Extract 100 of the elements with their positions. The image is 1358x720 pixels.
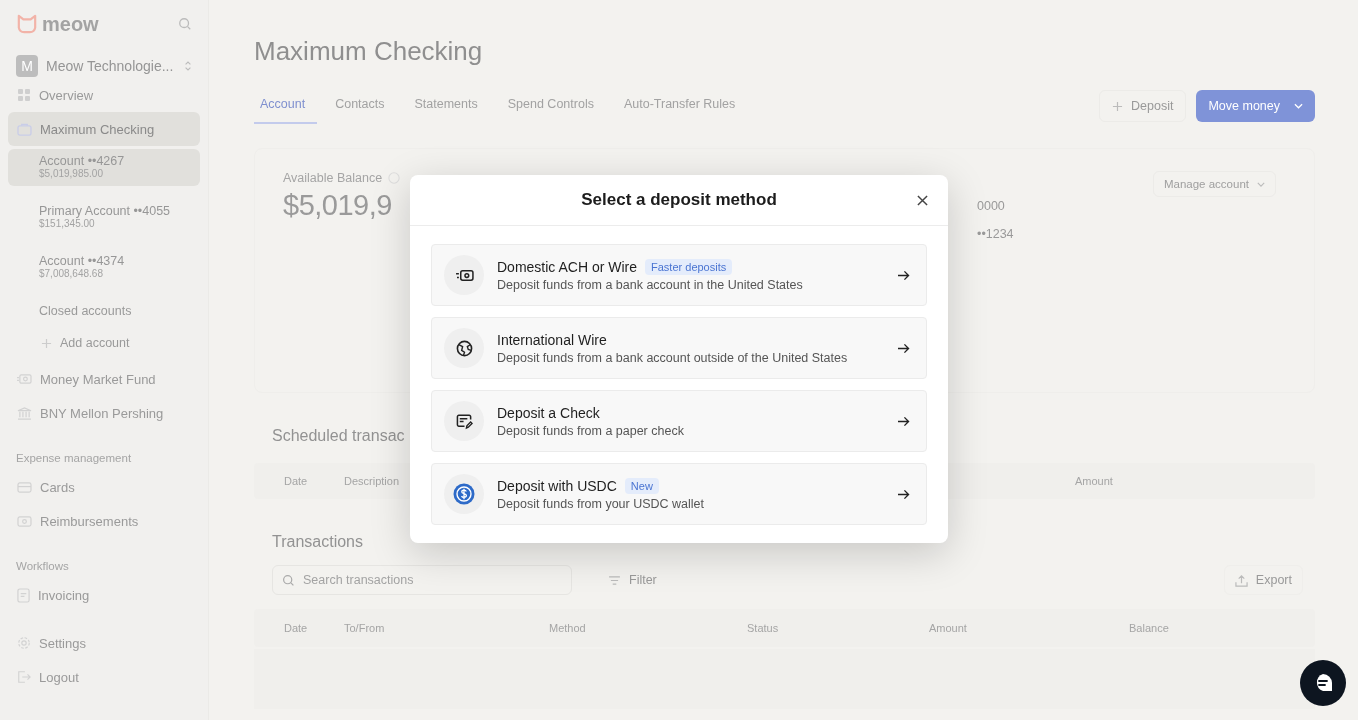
upload-icon (1234, 573, 1248, 587)
nav-label: Settings (39, 635, 86, 651)
check-pencil-icon (455, 412, 473, 430)
column-header: Date (284, 622, 308, 634)
bank-icon (17, 406, 32, 420)
add-account-link[interactable]: Add account (8, 326, 200, 360)
section-title: Transactions (272, 533, 363, 551)
org-switcher[interactable]: M Meow Technologie... (8, 54, 200, 78)
deposit-option[interactable]: Deposit a Check Deposit funds from a paper check (431, 390, 927, 452)
section-label: Expense management (15, 452, 133, 464)
deposit-option[interactable]: International Wire Deposit funds from a bank account outside of the United States (431, 317, 927, 379)
column-header: Description (344, 475, 400, 487)
option-tag: Faster deposits (645, 258, 733, 275)
page-title: Maximum Checking (254, 36, 484, 66)
section-title: Scheduled transac (272, 427, 405, 445)
close-button[interactable] (915, 193, 930, 208)
export-button[interactable]: Export (1223, 565, 1303, 595)
globe-icon (455, 339, 473, 357)
arrow-right-icon (897, 269, 910, 281)
nav-item[interactable]: Logout (8, 660, 200, 694)
account-name: Primary Account ••4055 (39, 204, 172, 218)
nav-item[interactable]: BNY Mellon Pershing (8, 396, 200, 430)
arrow-right-icon (897, 488, 910, 500)
option-title: International Wire (497, 331, 607, 348)
tab[interactable]: Auto-Transfer Rules (617, 88, 748, 124)
gear-icon (17, 636, 31, 650)
arrow-right-icon (897, 342, 910, 354)
nav-label: BNY Mellon Pershing (40, 405, 164, 421)
balance-label: Available Balance (283, 171, 383, 185)
account-item[interactable]: Account ••4267 $5,019,985.00 (8, 149, 200, 186)
nav-label: Money Market Fund (40, 371, 156, 387)
account-detail: ••1234 (977, 227, 1014, 241)
section-label: Workflows (15, 560, 70, 572)
manage-account-button[interactable]: Manage account (1152, 171, 1276, 197)
closed-accounts-link[interactable]: Closed accounts (8, 296, 200, 326)
account-name: Account ••4267 (39, 154, 126, 168)
logo-text: meow (42, 12, 100, 36)
nav-item[interactable]: Money Market Fund (8, 362, 200, 396)
search-icon (282, 574, 295, 587)
column-header: Balance (1129, 622, 1169, 634)
nav-item[interactable]: Reimbursements (8, 504, 200, 538)
option-title: Deposit a Check (497, 404, 600, 421)
deposit-button[interactable]: Deposit (1099, 90, 1187, 122)
tab[interactable]: Contacts (329, 88, 397, 124)
account-item[interactable]: Primary Account ••4055 $151,345.00 (8, 199, 200, 236)
tab[interactable]: Account (254, 88, 318, 124)
account-balance: $151,345.00 (39, 218, 96, 229)
option-description: Deposit funds from a bank account outside of the United States (497, 350, 849, 365)
option-description: Deposit funds from a bank account in the United States (497, 277, 804, 292)
tab[interactable]: Statements (408, 88, 490, 124)
column-header: To/From (344, 622, 385, 634)
move-money-button[interactable]: Move money (1196, 90, 1315, 122)
search-field[interactable]: Search transactions (272, 565, 572, 595)
plus-icon (41, 337, 52, 349)
option-title: Domestic ACH or Wire (497, 258, 638, 275)
option-title: Deposit with USDC (497, 477, 617, 494)
caret-icon (1257, 181, 1265, 187)
deposit-option[interactable]: Deposit with USDC New Deposit funds from your USDC wallet (431, 463, 927, 525)
chat-button[interactable] (1300, 660, 1346, 706)
dialog-title: Select a deposit method (581, 190, 777, 210)
column-header: Amount (1075, 475, 1113, 487)
nav-label: Maximum Checking (40, 121, 155, 137)
account-detail: 0000 (977, 199, 1006, 213)
nav-item[interactable]: Settings (8, 626, 200, 660)
cash-icon (17, 372, 32, 386)
option-tag: New (624, 477, 659, 494)
balance-amount: $5,019,9 (283, 189, 393, 222)
nav-label: Logout (39, 669, 79, 685)
document-icon (17, 587, 30, 603)
account-balance: $5,019,985.00 (39, 168, 104, 179)
option-description: Deposit funds from your USDC wallet (497, 496, 706, 511)
org-avatar: M (16, 55, 38, 77)
account-balance: $7,008,648.68 (39, 268, 104, 279)
chevron-updown-icon (184, 60, 192, 72)
nav-item[interactable]: Maximum Checking (8, 112, 200, 146)
column-header: Amount (929, 622, 967, 634)
add-account-label: Add account (60, 336, 130, 350)
nav-label: Invoicing (38, 587, 90, 603)
nav-label: Overview (39, 87, 94, 103)
column-header: Method (549, 622, 586, 634)
account-item[interactable]: Account ••4374 $7,008,648.68 (8, 249, 200, 286)
briefcase-icon (17, 122, 32, 136)
nav-item[interactable]: Invoicing (8, 578, 200, 612)
filter-button[interactable]: Filter (600, 565, 665, 595)
logout-icon (17, 670, 31, 684)
filter-icon (608, 575, 621, 585)
nav-item[interactable]: Overview (8, 78, 200, 112)
column-header: Status (747, 622, 779, 634)
info-icon (388, 172, 401, 184)
deposit-option[interactable]: Domestic ACH or Wire Faster deposits Deposit funds from a bank account in the United States (431, 244, 927, 306)
cash-icon (17, 514, 32, 528)
column-header: Date (284, 475, 308, 487)
arrow-right-icon (897, 415, 910, 427)
grid-icon (17, 88, 31, 102)
cat-logo-icon (16, 14, 38, 34)
account-name: Account ••4374 (39, 254, 126, 268)
nav-label: Reimbursements (40, 513, 139, 529)
nav-item[interactable]: Cards (8, 470, 200, 504)
tab[interactable]: Spend Controls (501, 88, 606, 124)
org-name: Meow Technologie... (46, 58, 175, 74)
